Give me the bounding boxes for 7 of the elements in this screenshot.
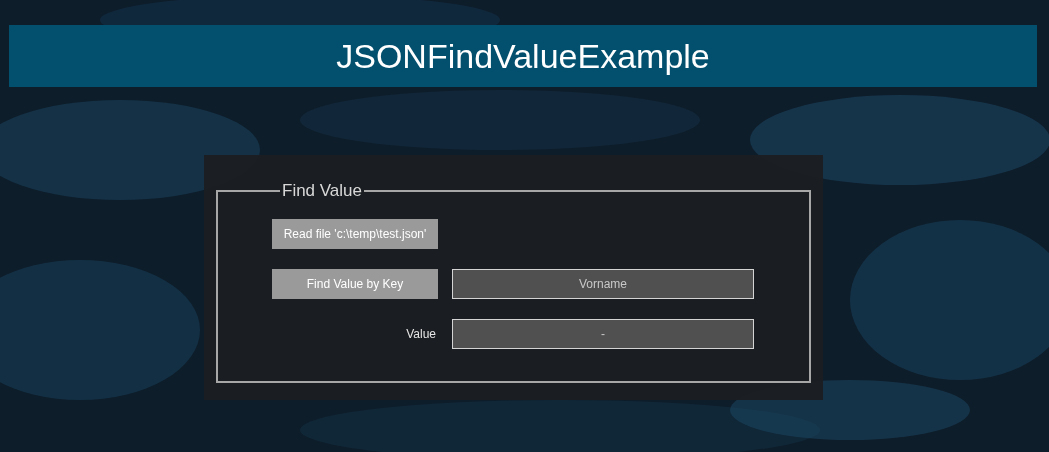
value-label: Value — [406, 327, 436, 341]
find-value-button[interactable]: Find Value by Key — [272, 269, 438, 299]
key-field[interactable]: Vorname — [452, 269, 754, 299]
app-title: JSONFindValueExample — [9, 25, 1037, 87]
value-field[interactable]: - — [452, 319, 754, 349]
group-title: Find Value — [281, 183, 363, 199]
read-file-button[interactable]: Read file 'c:\temp\test.json' — [272, 219, 438, 249]
